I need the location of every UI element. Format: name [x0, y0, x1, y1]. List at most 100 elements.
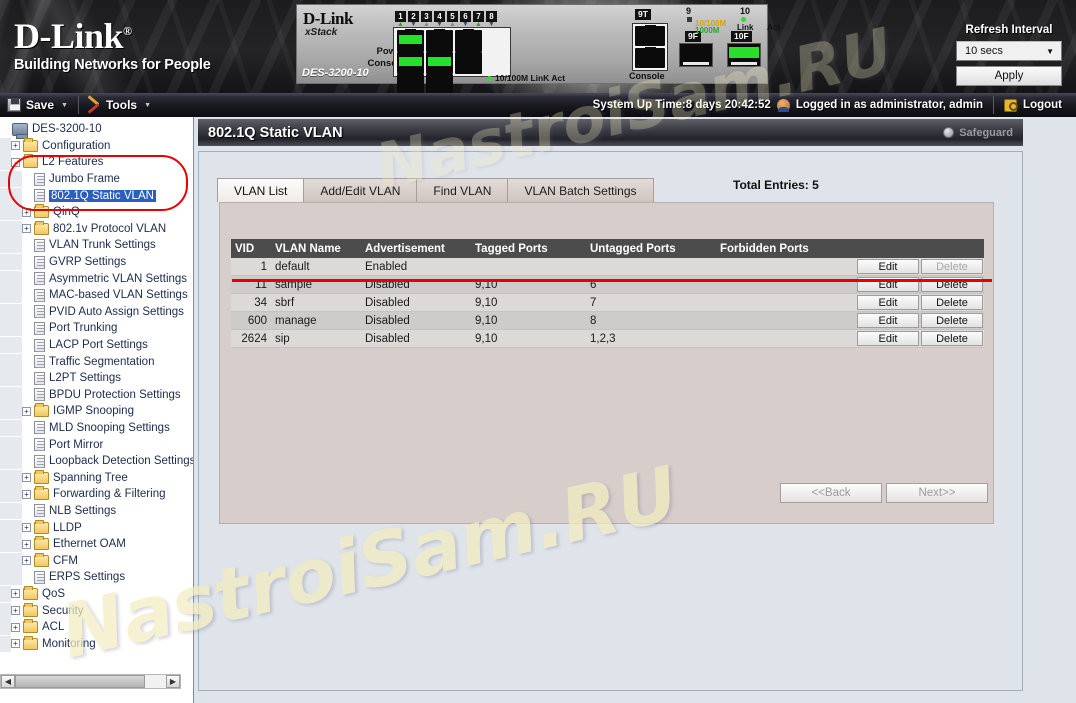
sidebar-item-lacp-port-settings[interactable]: LACP Port Settings	[0, 337, 193, 354]
sidebar-item-asymmetric-vlan-settings[interactable]: Asymmetric VLAN Settings	[0, 270, 193, 287]
save-menu[interactable]: Save ▼	[0, 93, 78, 117]
device-series-label: xStack	[305, 27, 338, 38]
expand-icon[interactable]: +	[11, 589, 20, 599]
cell-tagged-ports: 9,10	[471, 293, 586, 313]
port-10-led	[741, 17, 746, 22]
user-icon	[776, 98, 790, 112]
sidebar-item-jumbo-frame[interactable]: Jumbo Frame	[0, 171, 193, 188]
folder-icon	[34, 220, 49, 235]
expand-icon[interactable]: +	[22, 523, 31, 533]
sidebar-item-label: GVRP Settings	[49, 256, 127, 269]
delete-button[interactable]: Delete	[921, 331, 983, 347]
sidebar-item-monitoring[interactable]: + Monitoring	[0, 635, 193, 652]
scrollbar-thumb[interactable]	[15, 675, 145, 688]
tab-find-vlan[interactable]: Find VLAN	[416, 178, 509, 202]
refresh-interval-select[interactable]: 10 secs ▼	[956, 41, 1062, 61]
tree-guide	[0, 519, 11, 536]
sidebar-item-qinq[interactable]: + QinQ	[0, 204, 193, 221]
expand-icon[interactable]: +	[11, 141, 20, 151]
sidebar-item-qos[interactable]: + QoS	[0, 585, 193, 603]
page-icon	[34, 388, 45, 402]
sidebar-item-port-trunking[interactable]: Port Trunking	[0, 320, 193, 337]
apply-button[interactable]: Apply	[956, 66, 1062, 86]
sidebar-item-lldp[interactable]: + LLDP	[0, 519, 193, 536]
sidebar-item-pvid-auto-assign-settings[interactable]: PVID Auto Assign Settings	[0, 303, 193, 321]
tree-guide	[0, 552, 11, 569]
sidebar-item-label: 802.1Q Static VLAN	[49, 189, 156, 202]
tree-guide	[11, 403, 22, 420]
sidebar-item-gvrp-settings[interactable]: GVRP Settings	[0, 254, 193, 271]
expand-icon[interactable]: +	[22, 556, 31, 566]
folder-icon	[34, 469, 49, 484]
sidebar-item-vlan-trunk-settings[interactable]: VLAN Trunk Settings	[0, 237, 193, 254]
tree-guide	[11, 486, 22, 503]
tree-guide	[11, 386, 22, 403]
expand-icon[interactable]: +	[22, 489, 31, 499]
table-header-row: VID VLAN Name Advertisement Tagged Ports…	[231, 239, 984, 258]
page-icon	[34, 570, 45, 584]
sidebar-item-ethernet-oam[interactable]: + Ethernet OAM	[0, 536, 193, 553]
expand-icon[interactable]: +	[11, 622, 20, 632]
expand-icon[interactable]: +	[11, 639, 20, 649]
edit-button[interactable]: Edit	[857, 295, 919, 311]
page-icon	[34, 189, 45, 203]
delete-button[interactable]: Delete	[921, 313, 983, 329]
tree-guide	[0, 237, 11, 254]
edit-button[interactable]: Edit	[857, 313, 919, 329]
sidebar-item-l2-features[interactable]: - L2 Features	[0, 154, 193, 171]
tree-guide	[11, 552, 22, 569]
sidebar-item-cfm[interactable]: + CFM	[0, 552, 193, 569]
folder-icon	[34, 204, 49, 219]
edit-button[interactable]: Edit	[857, 331, 919, 347]
tree-guide	[0, 635, 11, 652]
tools-menu[interactable]: Tools ▼	[79, 93, 161, 117]
sidebar-item-acl[interactable]: + ACL	[0, 619, 193, 636]
delete-button[interactable]: Delete	[921, 295, 983, 311]
sidebar-item-loopback-detection-settings[interactable]: Loopback Detection Settings	[0, 453, 193, 470]
safeguard-indicator[interactable]: Safeguard	[943, 127, 1023, 139]
sidebar-item-802-1v-protocol-vlan[interactable]: +802.1v Protocol VLAN	[0, 220, 193, 238]
sidebar-item-igmp-snooping[interactable]: + IGMP Snooping	[0, 403, 193, 420]
sfp-port-9f	[679, 43, 713, 67]
edit-button[interactable]: Edit	[857, 259, 919, 275]
tab-add-edit-vlan[interactable]: Add/Edit VLAN	[303, 178, 418, 202]
sidebar-item-label: Ethernet OAM	[53, 538, 126, 551]
table-row: 600 manage Disabled 9,10 8 Edit Delete	[231, 311, 984, 331]
expand-icon[interactable]: +	[22, 406, 31, 416]
sfp-port-10f	[727, 43, 761, 67]
sidebar-item-des-3200-10[interactable]: DES-3200-10	[0, 121, 193, 139]
sidebar-item-mld-snooping-settings[interactable]: MLD Snooping Settings	[0, 419, 193, 437]
scroll-left-arrow-icon[interactable]: ◀	[1, 675, 15, 688]
sidebar-item-erps-settings[interactable]: ERPS Settings	[0, 569, 193, 586]
next-button[interactable]: Next>>	[886, 483, 988, 503]
sidebar-item-mac-based-vlan-settings[interactable]: MAC-based VLAN Settings	[0, 287, 193, 304]
expand-icon[interactable]: +	[11, 606, 20, 616]
sidebar-horizontal-scrollbar[interactable]: ◀ ▶	[0, 674, 181, 689]
sidebar-item-spanning-tree[interactable]: + Spanning Tree	[0, 469, 193, 486]
sidebar-item-l2pt-settings[interactable]: L2PT Settings	[0, 370, 193, 387]
expand-icon[interactable]: +	[22, 224, 31, 234]
sidebar-item-port-mirror[interactable]: Port Mirror	[0, 436, 193, 453]
tab-vlan-list[interactable]: VLAN List	[217, 178, 305, 202]
sidebar-item-802-1q-static-vlan[interactable]: 802.1Q Static VLAN	[0, 187, 193, 204]
tab-vlan-batch-settings[interactable]: VLAN Batch Settings	[507, 178, 654, 202]
sidebar-item-configuration[interactable]: + Configuration	[0, 137, 193, 155]
expand-icon[interactable]: +	[22, 473, 31, 483]
sidebar-item-label: PVID Auto Assign Settings	[49, 305, 184, 318]
sidebar-item-bpdu-protection-settings[interactable]: BPDU Protection Settings	[0, 386, 193, 404]
sidebar-item-traffic-segmentation[interactable]: Traffic Segmentation	[0, 353, 193, 370]
expand-icon[interactable]: +	[22, 539, 31, 549]
logout-button[interactable]: Logout	[1023, 99, 1070, 111]
collapse-icon[interactable]: -	[11, 157, 20, 167]
expand-icon[interactable]: +	[22, 207, 31, 217]
back-button[interactable]: <<Back	[780, 483, 882, 503]
sidebar-item-nlb-settings[interactable]: NLB Settings	[0, 502, 193, 520]
sidebar-item-forwarding-filtering[interactable]: + Forwarding & Filtering	[0, 486, 193, 503]
cell-vlan-name: manage	[271, 311, 361, 331]
sidebar-item-security[interactable]: + Security	[0, 602, 193, 619]
scroll-right-arrow-icon[interactable]: ▶	[166, 675, 180, 688]
scrollbar-track[interactable]	[15, 675, 166, 688]
